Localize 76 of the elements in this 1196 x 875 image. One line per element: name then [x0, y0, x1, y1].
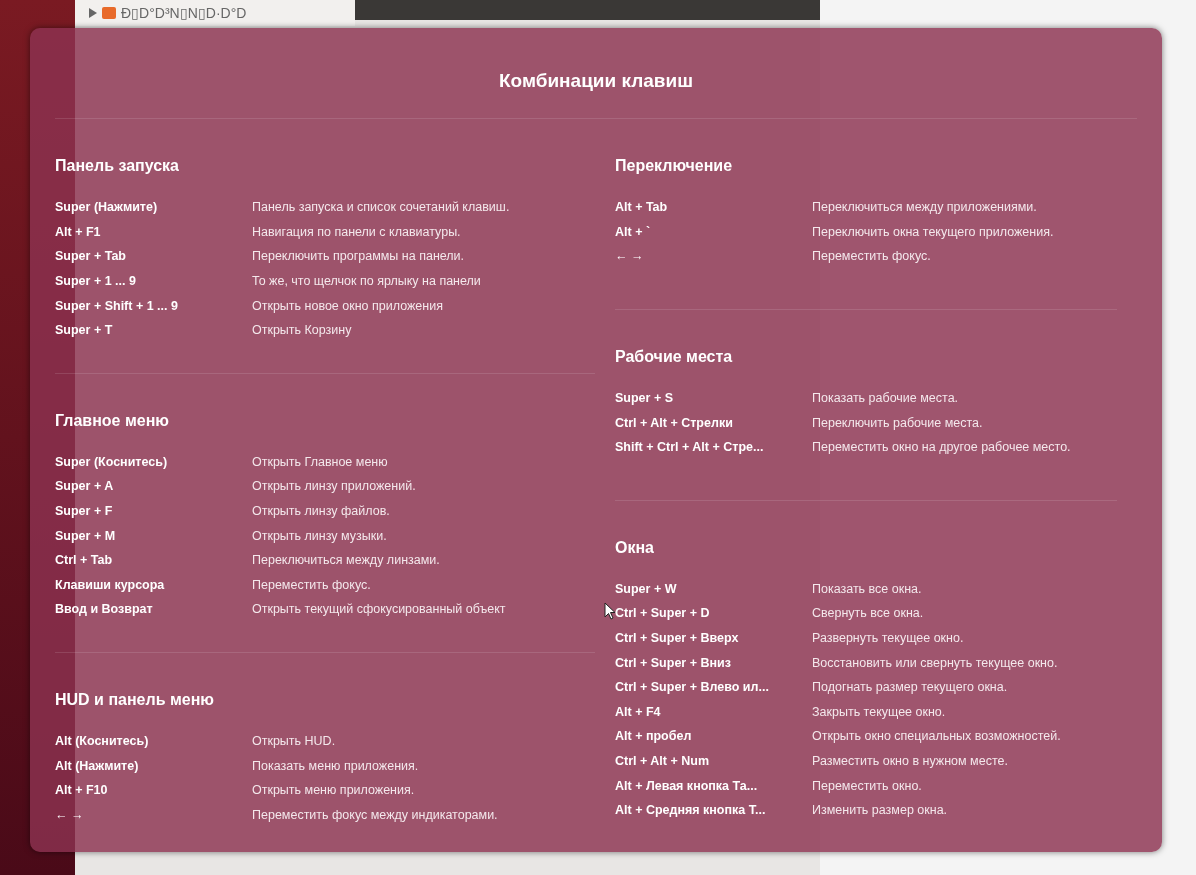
shortcut-description: Открыть окно специальных возможностей. — [812, 729, 1061, 744]
shortcut-description: Показать рабочие места. — [812, 391, 959, 406]
folder-icon — [102, 7, 116, 19]
shortcut-keys: Ctrl + Alt + Num — [615, 754, 709, 768]
shortcut-description: Открыть линзу музыки. — [252, 528, 387, 543]
section-heading: Рабочие места — [615, 347, 734, 367]
section-heading: Главное меню — [55, 411, 170, 431]
section-heading: Окна — [615, 538, 655, 558]
shortcut-keys: ← → — [55, 807, 84, 822]
shortcut-description: Панель запуска и список сочетаний клавиш. — [252, 200, 510, 215]
mouse-pointer-icon — [604, 602, 616, 620]
shortcut-keys: Alt (Коснитесь) — [55, 734, 149, 748]
shortcut-description: Открыть HUD. — [252, 734, 336, 748]
shortcut-description: Свернуть все окна. — [812, 606, 924, 621]
shortcut-description: Восстановить или свернуть текущее окно. — [812, 655, 1058, 670]
shortcut-keys: Alt + Левая кнопка Та... — [615, 778, 758, 793]
shortcut-keys: Super + F — [55, 504, 113, 519]
shortcut-keys: Super (Нажмите) — [55, 200, 158, 215]
shortcut-keys: Super + M — [55, 528, 116, 543]
shortcut-description: Изменить размер окна. — [812, 803, 948, 818]
shortcut-description: Открыть Главное меню — [252, 454, 388, 469]
shortcut-keys: Super + A — [55, 479, 114, 494]
shortcut-keys: Alt + F1 — [55, 224, 101, 239]
shortcut-description: Подогнать размер текущего окна. — [812, 680, 1008, 695]
shortcut-description: Показать меню приложения. — [252, 758, 419, 773]
shortcut-keys: Super + 1 ... 9 — [55, 274, 136, 289]
shortcut-description: То же, что щелчок по ярлыку на панели — [252, 274, 481, 289]
shortcut-description: Закрыть текущее окно. — [812, 704, 946, 719]
shortcut-description: Переместить окно. — [812, 778, 922, 793]
shortcut-keys: Ctrl + Super + D — [615, 606, 710, 621]
shortcut-keys: Ctrl + Alt + Стрелки — [615, 415, 733, 430]
overlay-title: Комбинации клавиш — [497, 70, 695, 93]
shortcut-description: Открыть линзу файлов. — [252, 504, 390, 519]
shortcut-description: Переключиться между приложениями. — [812, 200, 1037, 215]
shortcut-keys: Super + Shift + 1 ... 9 — [55, 298, 178, 313]
shortcut-keys: Super + W — [615, 581, 677, 596]
shortcut-keys: Alt + Средняя кнопка Т... — [615, 803, 766, 818]
shortcut-description: Переместить фокус между индикаторами. — [252, 807, 498, 822]
shortcut-keys: Ctrl + Super + Вниз — [615, 655, 731, 670]
shortcut-keys: Super + S — [615, 391, 673, 406]
shortcut-description: Развернуть текущее окно. — [812, 631, 964, 646]
shortcut-keys: Ввод и Возврат — [55, 602, 153, 617]
shortcut-keys: Ctrl + Super + Вверх — [615, 631, 739, 646]
section-heading: HUD и панель меню — [55, 690, 216, 710]
shortcut-description: Открыть Корзину — [252, 323, 352, 338]
shortcut-keys: Alt + пробел — [615, 729, 692, 744]
shortcut-description: Навигация по панели с клавиатуры. — [252, 224, 461, 239]
shortcut-keys: ← → — [615, 249, 644, 264]
shortcut-description: Переключить программы на панели. — [252, 249, 465, 264]
shortcut-description: Переключить рабочие места. — [812, 415, 983, 430]
shortcut-keys: Super + T — [55, 323, 113, 338]
shortcut-keys: Super (Коснитесь) — [55, 454, 168, 469]
shortcut-description: Открыть текущий сфокусированный объект — [252, 602, 506, 617]
shortcut-description: Открыть новое окно приложения — [252, 298, 443, 313]
shortcut-description: Показать все окна. — [812, 581, 922, 596]
shortcut-description: Переместить фокус. — [252, 577, 371, 592]
shortcut-keys: Клавиши курсора — [55, 577, 165, 592]
shortcut-description: Переместить фокус. — [812, 249, 931, 264]
section-heading: Переключение — [615, 157, 734, 176]
shortcut-description: Открыть меню приложения. — [252, 783, 415, 798]
shortcut-keys: Alt + Tab — [615, 200, 668, 215]
shortcut-keys: Shift + Ctrl + Alt + Стре... — [615, 440, 764, 455]
shortcut-keys: Alt + F4 — [615, 704, 661, 719]
shortcut-keys: Super + Tab — [55, 249, 126, 264]
section-heading: Панель запуска — [55, 157, 180, 176]
folder-label[interactable]: Ð▯D°D³N▯N▯D·D°D — [121, 5, 247, 21]
shortcut-keys: Alt + ` — [615, 224, 651, 239]
shortcut-description: Переместить окно на другое рабочее место. — [812, 440, 1071, 455]
shortcut-description: Открыть линзу приложений. — [252, 479, 416, 494]
shortcut-keys: Alt (Нажмите) — [55, 758, 139, 773]
shortcut-keys: Ctrl + Super + Влево ил... — [615, 680, 769, 695]
shortcut-keys: Alt + F10 — [55, 783, 108, 798]
shortcut-keys: Ctrl + Tab — [55, 553, 113, 568]
shortcut-description: Переключиться между линзами. — [252, 553, 440, 568]
shortcut-description: Разместить окно в нужном месте. — [812, 754, 1008, 768]
shortcut-description: Переключить окна текущего приложения. — [812, 224, 1054, 239]
